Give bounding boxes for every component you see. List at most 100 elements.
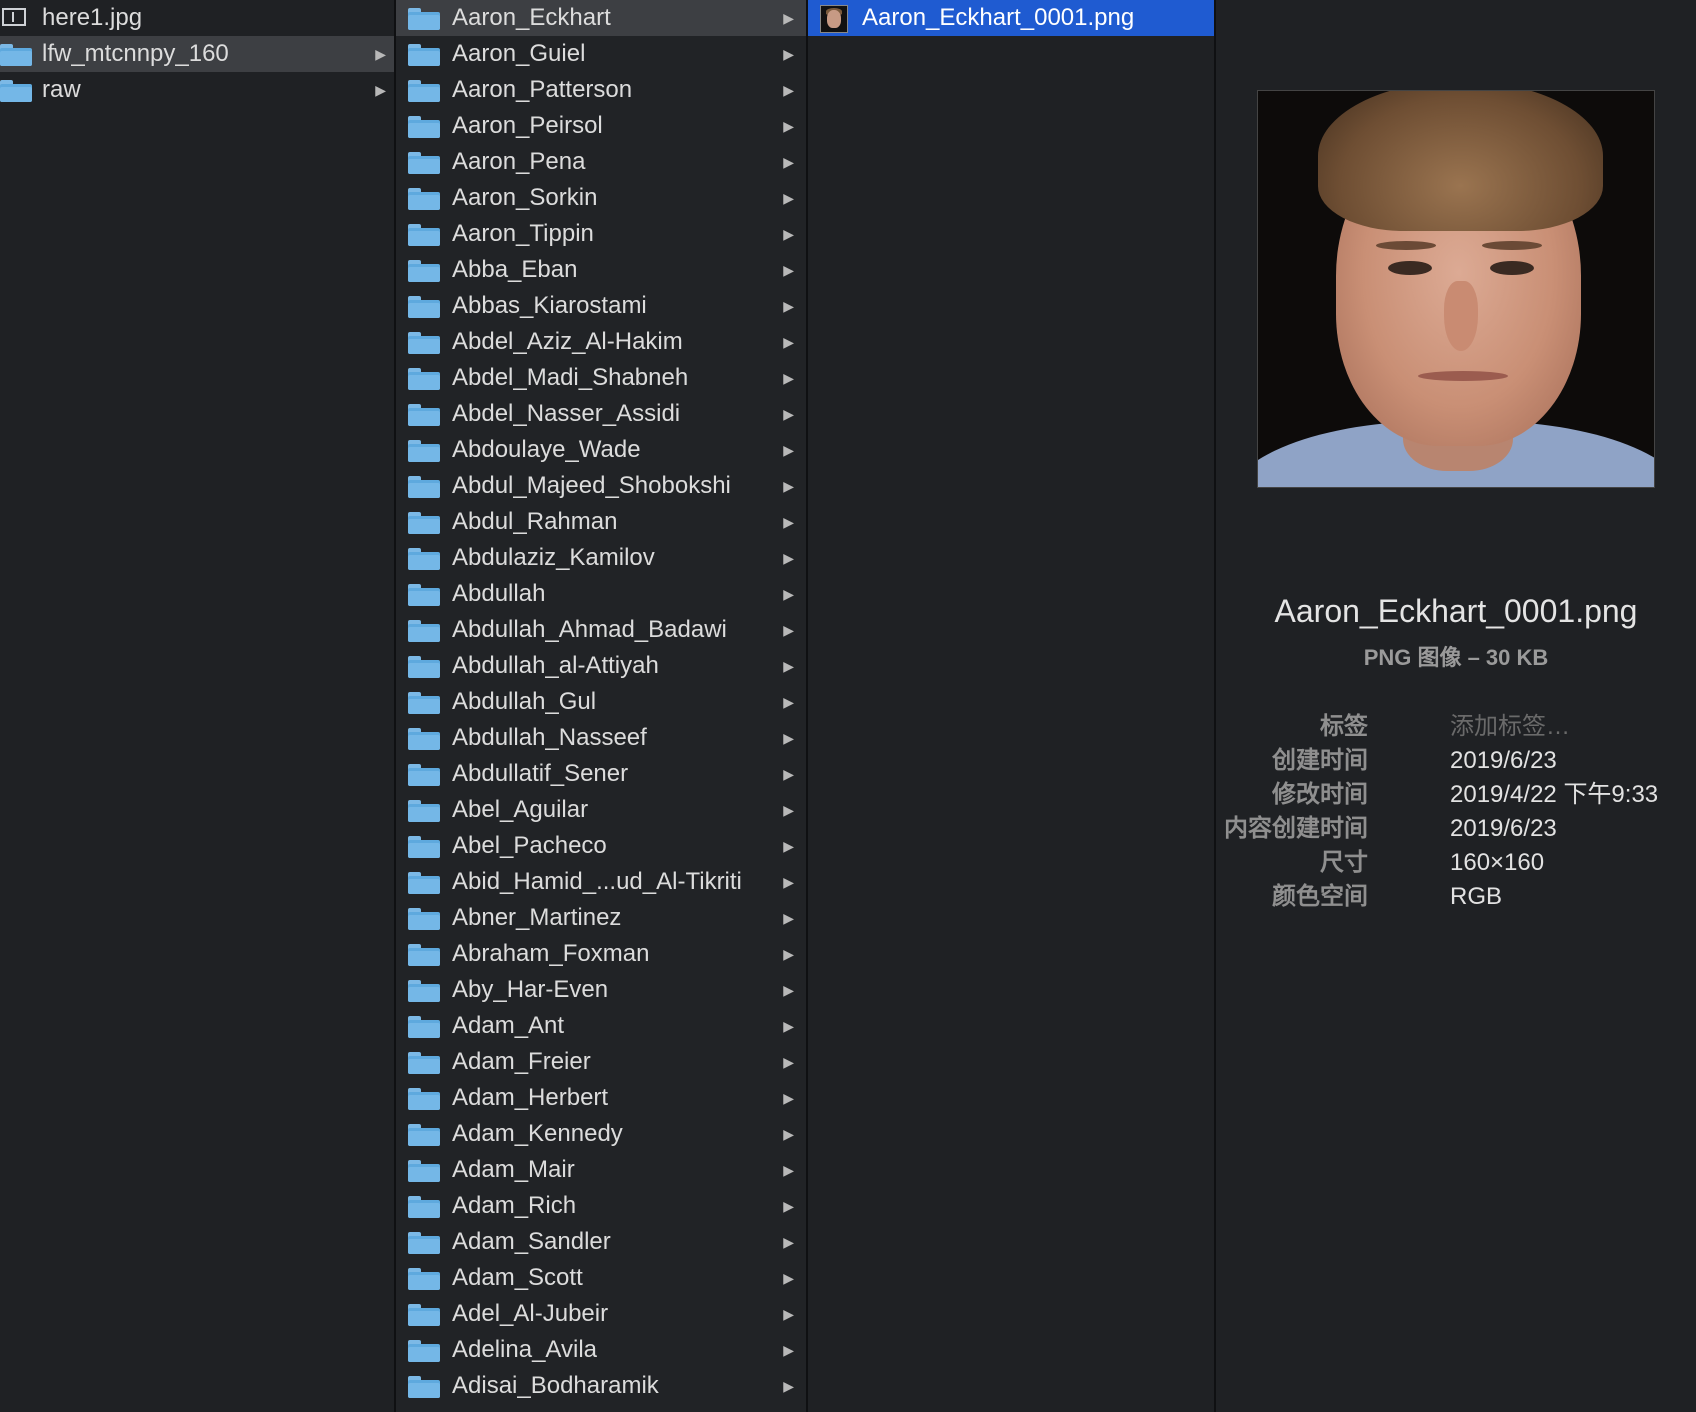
disclosure-arrow-icon: ▶ (783, 442, 794, 458)
meta-row-color-space: 颜色空间 RGB (1216, 880, 1696, 914)
meta-row-content-created: 内容创建时间 2019/6/23 (1216, 812, 1696, 846)
folder-item[interactable]: Abdullah_Ahmad_Badawi ▶ (396, 612, 806, 648)
folder-item-label: lfw_mtcnnpy_160 (42, 40, 229, 67)
folder-item[interactable]: Abdel_Madi_Shabneh ▶ (396, 360, 806, 396)
folder-item[interactable]: Adam_Mair ▶ (396, 1152, 806, 1188)
folder-icon (408, 692, 440, 714)
folder-item[interactable]: Abdullah ▶ (396, 576, 806, 612)
file-item-aaron-eckhart-0001[interactable]: Aaron_Eckhart_0001.png (808, 0, 1214, 36)
folder-icon (408, 80, 440, 102)
disclosure-arrow-icon: ▶ (783, 622, 794, 638)
folder-icon (408, 44, 440, 66)
folder-item[interactable]: Abba_Eban ▶ (396, 252, 806, 288)
meta-value: 160×160 (1450, 849, 1545, 876)
folder-item[interactable]: Abid_Hamid_...ud_Al-Tikriti ▶ (396, 864, 806, 900)
folder-item[interactable]: Aaron_Peirsol ▶ (396, 108, 806, 144)
folder-item[interactable]: Aaron_Tippin ▶ (396, 216, 806, 252)
finder-column-folders[interactable]: Aaron_Eckhart ▶ Aaron_Guiel ▶ Aaron_Patterso… (396, 0, 808, 1412)
disclosure-arrow-icon: ▶ (783, 550, 794, 566)
disclosure-arrow-icon: ▶ (783, 334, 794, 350)
folder-icon (408, 584, 440, 606)
meta-value: 2019/6/23 (1450, 815, 1557, 842)
folder-item-label: Aaron_Sorkin (452, 184, 598, 211)
folder-item[interactable]: Adam_Ant ▶ (396, 1008, 806, 1044)
add-tags-field[interactable]: 添加标签… (1450, 710, 1570, 744)
meta-value: 2019/6/23 (1450, 747, 1557, 774)
folder-item[interactable]: Abdel_Aziz_Al-Hakim ▶ (396, 324, 806, 360)
folder-item[interactable]: Abner_Martinez ▶ (396, 900, 806, 936)
disclosure-arrow-icon: ▶ (783, 802, 794, 818)
finder-column-files[interactable]: Aaron_Eckhart_0001.png (808, 0, 1216, 1412)
folder-item-label: Abid_Hamid_...ud_Al-Tikriti (452, 868, 742, 895)
folder-item[interactable]: Abel_Aguilar ▶ (396, 792, 806, 828)
folder-item[interactable]: Adelina_Avila ▶ (396, 1332, 806, 1368)
folder-item-label: Abel_Aguilar (452, 796, 589, 823)
folder-icon (408, 260, 440, 282)
folder-item-label: Abraham_Foxman (452, 940, 650, 967)
folder-item[interactable]: Abdullah_Gul ▶ (396, 684, 806, 720)
folder-item[interactable]: Abdel_Nasser_Assidi ▶ (396, 396, 806, 432)
folder-item[interactable]: Adam_Herbert ▶ (396, 1080, 806, 1116)
folder-item-label: Adam_Ant (452, 1012, 565, 1039)
folder-icon (408, 1376, 440, 1398)
meta-label: 尺寸 (1320, 849, 1368, 876)
image-thumbnail-icon (820, 5, 848, 33)
folder-icon (408, 440, 440, 462)
folder-item[interactable]: Abdoulaye_Wade ▶ (396, 432, 806, 468)
folder-item[interactable]: Abel_Pacheco ▶ (396, 828, 806, 864)
folder-item-lfw-mtcnnpy-160[interactable]: lfw_mtcnnpy_160 ▶ (0, 36, 394, 72)
folder-item[interactable]: Abdullah_Nasseef ▶ (396, 720, 806, 756)
folder-icon (408, 1088, 440, 1110)
folder-item[interactable]: Adam_Kennedy ▶ (396, 1116, 806, 1152)
folder-item[interactable]: Aaron_Pena ▶ (396, 144, 806, 180)
disclosure-arrow-icon: ▶ (783, 1090, 794, 1106)
finder-column-root[interactable]: here1.jpg lfw_mtcnnpy_160 ▶ raw ▶ (0, 0, 396, 1412)
meta-value: 2019/4/22 下午9:33 (1450, 781, 1659, 808)
folder-item[interactable]: Abdullah_al-Attiyah ▶ (396, 648, 806, 684)
disclosure-arrow-icon: ▶ (783, 1270, 794, 1286)
disclosure-arrow-icon: ▶ (783, 982, 794, 998)
folder-icon (408, 1304, 440, 1326)
folder-item-label: Adisai_Bodharamik (452, 1372, 659, 1399)
folder-icon (408, 188, 440, 210)
folder-item[interactable]: Aaron_Guiel ▶ (396, 36, 806, 72)
folder-item[interactable]: Adam_Sandler ▶ (396, 1224, 806, 1260)
folder-item[interactable]: Adel_Al-Jubeir ▶ (396, 1296, 806, 1332)
folder-icon (408, 8, 440, 30)
disclosure-arrow-icon: ▶ (783, 1198, 794, 1214)
preview-pane: Aaron_Eckhart_0001.png PNG 图像 – 30 KB 标签… (1216, 0, 1696, 1412)
folder-item[interactable]: Abbas_Kiarostami ▶ (396, 288, 806, 324)
folder-item[interactable]: Adam_Rich ▶ (396, 1188, 806, 1224)
folder-item[interactable]: Abdul_Rahman ▶ (396, 504, 806, 540)
folder-item-label: Adel_Al-Jubeir (452, 1300, 609, 1327)
folder-item-label: Aaron_Eckhart (452, 4, 611, 31)
folder-item[interactable]: Aaron_Patterson ▶ (396, 72, 806, 108)
folder-item[interactable]: Abraham_Foxman ▶ (396, 936, 806, 972)
folder-item[interactable]: Abdulaziz_Kamilov ▶ (396, 540, 806, 576)
folder-icon (408, 1160, 440, 1182)
file-item-here1[interactable]: here1.jpg (0, 0, 394, 36)
folder-item[interactable]: Adam_Freier ▶ (396, 1044, 806, 1080)
meta-value: RGB (1450, 883, 1503, 910)
meta-label: 内容创建时间 (1224, 815, 1368, 842)
folder-item[interactable]: Aaron_Eckhart ▶ (396, 0, 806, 36)
folder-icon (408, 980, 440, 1002)
folder-item-label: Abdel_Aziz_Al-Hakim (452, 328, 683, 355)
folder-item[interactable]: Abdul_Majeed_Shobokshi ▶ (396, 468, 806, 504)
folder-item[interactable]: Adisai_Bodharamik ▶ (396, 1368, 806, 1404)
meta-row-created: 创建时间 2019/6/23 (1216, 744, 1696, 778)
folder-item-label: Abdullah_al-Attiyah (452, 652, 659, 679)
folder-item[interactable]: Adam_Scott ▶ (396, 1260, 806, 1296)
disclosure-arrow-icon: ▶ (783, 46, 794, 62)
disclosure-arrow-icon: ▶ (783, 730, 794, 746)
folder-item-label: Abba_Eban (452, 256, 578, 283)
preview-file-type-size: PNG 图像 – 30 KB (1363, 645, 1549, 670)
folder-icon (408, 548, 440, 570)
folder-item-label: Abdel_Nasser_Assidi (452, 400, 681, 427)
folder-item[interactable]: Aaron_Sorkin ▶ (396, 180, 806, 216)
image-file-icon (2, 8, 26, 26)
folder-item[interactable]: Abdullatif_Sener ▶ (396, 756, 806, 792)
folder-item[interactable]: Aby_Har-Even ▶ (396, 972, 806, 1008)
folder-icon (408, 1340, 440, 1362)
folder-item-raw[interactable]: raw ▶ (0, 72, 394, 108)
